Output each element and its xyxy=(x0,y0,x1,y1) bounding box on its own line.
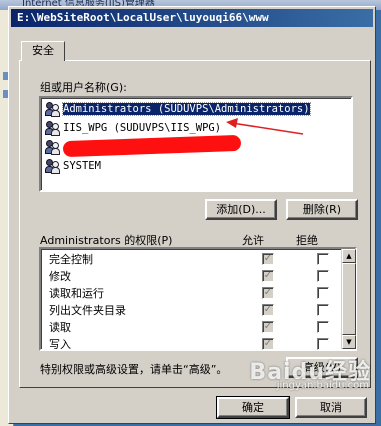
ok-button[interactable]: 确定 xyxy=(216,396,290,419)
baidu-watermark-url: jingyan.baidu.com xyxy=(276,380,369,391)
security-tab-panel: 组或用户名称(G): Administrators (SUDUVPS\Admin… xyxy=(19,60,371,388)
allow-checkbox[interactable]: ✓ xyxy=(262,338,274,350)
deny-checkbox[interactable] xyxy=(317,338,329,350)
user-group-icon xyxy=(45,120,61,136)
group-or-user-label: 组或用户名称(G): xyxy=(40,81,127,94)
permission-row: 写入 ✓ xyxy=(41,336,341,353)
allow-checkbox[interactable]: ✓ xyxy=(262,287,274,299)
cancel-button[interactable]: 取消 xyxy=(295,397,367,418)
scroll-down-icon[interactable]: ▼ xyxy=(342,335,356,349)
permissions-scrollbar[interactable]: ▲ ▼ xyxy=(341,249,356,349)
permissions-label: Administrators 的权限(P) xyxy=(40,234,173,247)
deny-checkbox[interactable] xyxy=(317,304,329,316)
user-item-administrators[interactable]: Administrators (SUDUVPS\Administrators) xyxy=(45,100,311,118)
allow-column-header: 允许 xyxy=(242,234,264,247)
deny-column-header: 拒绝 xyxy=(296,234,318,247)
deny-checkbox[interactable] xyxy=(317,270,329,282)
deny-checkbox[interactable] xyxy=(317,287,329,299)
remove-button[interactable]: 删除(R) xyxy=(286,199,358,220)
user-group-icon xyxy=(45,101,61,117)
permission-row: 读取 ✓ xyxy=(41,319,341,336)
user-item-system[interactable]: SYSTEM xyxy=(45,157,101,175)
advanced-hint-text: 特别权限或高级设置，请单击“高级”。 xyxy=(40,363,228,376)
user-list[interactable]: Administrators (SUDUVPS\Administrators) … xyxy=(39,96,353,192)
permission-row: 完全控制 ✓ xyxy=(41,251,341,268)
permission-row: 读取和运行 ✓ xyxy=(41,285,341,302)
user-group-icon xyxy=(45,158,61,174)
allow-checkbox[interactable]: ✓ xyxy=(262,304,274,316)
deny-checkbox[interactable] xyxy=(317,253,329,265)
scroll-thumb[interactable] xyxy=(342,263,356,335)
allow-checkbox[interactable]: ✓ xyxy=(262,321,274,333)
allow-checkbox[interactable]: ✓ xyxy=(262,270,274,282)
user-item-iis-wpg[interactable]: IIS_WPG (SUDUVPS\IIS_WPG) xyxy=(45,119,221,137)
permission-row: 修改 ✓ xyxy=(41,268,341,285)
add-button[interactable]: 添加(D)... xyxy=(205,199,277,220)
user-group-icon xyxy=(45,139,61,155)
deny-checkbox[interactable] xyxy=(317,321,329,333)
permissions-list[interactable]: 完全控制 ✓ 修改 ✓ 读取和运行 ✓ 列出文件夹目录 ✓ 读取 ✓ 写入 ✓ … xyxy=(39,247,357,351)
permission-row: 列出文件夹目录 ✓ xyxy=(41,302,341,319)
tab-security[interactable]: 安全 xyxy=(21,41,65,61)
dialog-title: E:\WebSiteRoot\LocalUser\luyouqi66\www xyxy=(11,9,373,27)
allow-checkbox[interactable]: ✓ xyxy=(262,253,274,265)
scroll-up-icon[interactable]: ▲ xyxy=(342,249,356,263)
